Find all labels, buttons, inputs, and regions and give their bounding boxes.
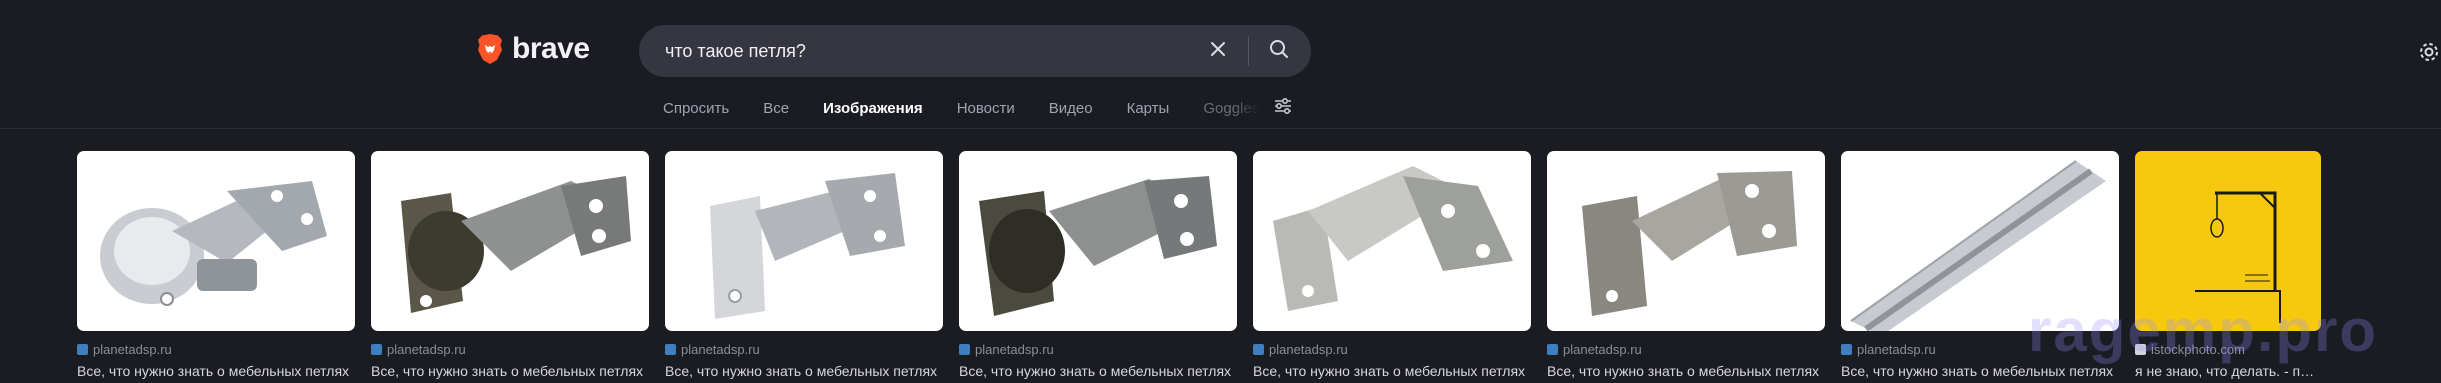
image-result[interactable]: planetadsp.ru Все, что нужно знать о меб… [1547,151,1825,379]
header: brave что такое петля? Спросить Все Изоб… [0,0,2441,129]
result-domain: planetadsp.ru [387,342,466,357]
tab-images[interactable]: Изображения [823,100,923,117]
result-caption[interactable]: Все, что нужно знать о мебельных петлях [665,363,943,379]
result-caption[interactable]: Все, что нужно знать о мебельных петлях [77,363,355,379]
favicon-icon [665,344,676,355]
result-caption[interactable]: Все, что нужно знать о мебельных петлях [1547,363,1825,379]
result-source: planetadsp.ru [77,342,355,357]
sliders-icon [1273,96,1293,121]
hinge-image [979,176,1217,316]
image-result[interactable]: planetadsp.ru Все, что нужно знать о меб… [77,151,355,379]
result-domain: planetadsp.ru [1857,342,1936,357]
result-thumbnail[interactable] [1547,151,1825,331]
result-source: planetadsp.ru [1253,342,1531,357]
result-caption[interactable]: Все, что нужно знать о мебельных петлях [959,363,1237,379]
clear-search-button[interactable] [1198,31,1238,71]
result-domain: planetadsp.ru [1269,342,1348,357]
favicon-icon [1841,344,1852,355]
brave-logo[interactable]: brave [476,32,590,66]
result-thumbnail[interactable] [959,151,1237,331]
result-thumbnail[interactable] [665,151,943,331]
hinge-image [1273,166,1513,311]
filters-button[interactable] [1271,96,1295,120]
brand-name: brave [512,32,590,65]
favicon-icon [1547,344,1558,355]
search-results-page: brave что такое петля? Спросить Все Изоб… [0,0,2441,383]
result-thumbnail[interactable] [1253,151,1531,331]
brave-lion-icon [476,33,504,65]
image-result[interactable]: planetadsp.ru Все, что нужно знать о меб… [665,151,943,379]
image-result[interactable]: planetadsp.ru Все, что нужно знать о меб… [959,151,1237,379]
result-domain: planetadsp.ru [975,342,1054,357]
hinge-image [1582,171,1797,316]
tab-news[interactable]: Новости [957,100,1015,117]
watermark: ragemp.pro [2028,297,2379,364]
image-result[interactable]: planetadsp.ru Все, что нужно знать о меб… [1253,151,1531,379]
favicon-icon [1253,344,1264,355]
hinge-image [100,181,327,306]
result-thumbnail[interactable] [371,151,649,331]
search-bar [639,25,1311,77]
search-input[interactable] [663,39,1198,63]
tab-videos[interactable]: Видео [1049,100,1093,117]
result-source: planetadsp.ru [1547,342,1825,357]
favicon-icon [959,344,970,355]
result-caption[interactable]: я не знаю, что делать. - петл... [2135,363,2321,379]
hinge-image [710,173,905,319]
search-icon [1269,39,1289,64]
submit-search-button[interactable] [1259,31,1299,71]
search-tabs: Спросить Все Изображения Новости Видео К… [663,96,1295,120]
tab-ask[interactable]: Спросить [663,100,729,117]
result-source: planetadsp.ru [959,342,1237,357]
result-caption[interactable]: Все, что нужно знать о мебельных петлях [1841,363,2119,379]
tab-all[interactable]: Все [763,100,789,117]
search-divider [1248,36,1249,66]
hinge-image [401,176,631,313]
result-caption[interactable]: Все, что нужно знать о мебельных петлях [371,363,649,379]
close-icon [1210,41,1226,62]
result-domain: planetadsp.ru [1563,342,1642,357]
favicon-icon [77,344,88,355]
result-source: planetadsp.ru [371,342,649,357]
favicon-icon [371,344,382,355]
result-source: planetadsp.ru [665,342,943,357]
result-domain: planetadsp.ru [681,342,760,357]
result-caption[interactable]: Все, что нужно знать о мебельных петлях [1253,363,1531,379]
result-domain: planetadsp.ru [93,342,172,357]
tab-goggles[interactable]: Goggles [1203,100,1259,117]
tab-maps[interactable]: Карты [1127,100,1170,117]
settings-button[interactable] [2417,40,2441,64]
image-result[interactable]: planetadsp.ru Все, что нужно знать о меб… [371,151,649,379]
result-thumbnail[interactable] [77,151,355,331]
gear-icon [2417,43,2441,68]
